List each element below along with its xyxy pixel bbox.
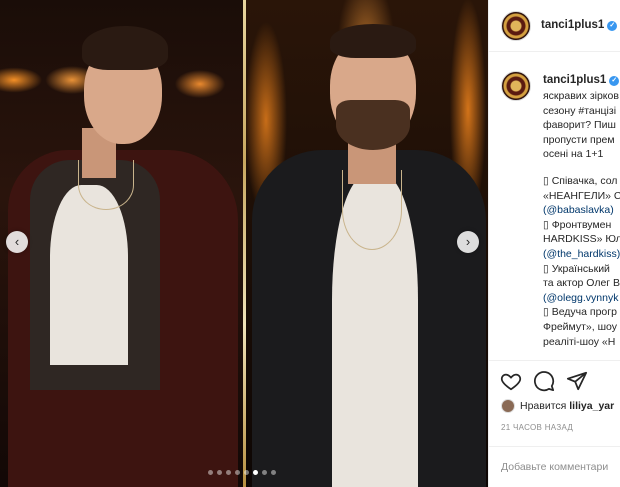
liked-by-user[interactable]: liliya_yar — [569, 400, 614, 412]
carousel-dot — [208, 470, 213, 475]
photo-right-man-leather-jacket — [246, 0, 488, 487]
comment-box[interactable]: Добавьте комментари — [489, 446, 620, 487]
white-tshirt — [50, 185, 128, 365]
caption-line: сезону #танцізі — [543, 104, 617, 117]
caption-line[interactable]: (@olegg.vynnyk — [543, 291, 620, 306]
caption-line[interactable]: (@the_hardkiss) — [543, 247, 620, 262]
caption-line: осені на 1+1 — [543, 148, 604, 161]
share-icon[interactable] — [566, 370, 588, 392]
caption-line: ▯ Фронтвумен — [543, 218, 612, 231]
caption-text: яскравих зірков сезону #танцізі фаворит? П… — [543, 89, 620, 349]
beard — [336, 100, 410, 150]
heart-icon[interactable] — [500, 370, 522, 392]
caption-line — [543, 162, 620, 174]
hair — [330, 24, 416, 58]
username-text[interactable]: tanci1plus1 — [541, 19, 604, 31]
caption-line: «НЕАНГЕЛИ» С — [543, 189, 620, 202]
caption-line: яскравих зірков — [543, 90, 619, 102]
carousel-dot — [262, 470, 267, 475]
post-sidebar: tanci1plus1 ✓ tanci1plus1 ✓ яскравих зірко… — [488, 0, 620, 487]
post-media[interactable]: ‹ › — [0, 0, 488, 487]
caption-line[interactable]: (@babaslavka) — [543, 203, 620, 218]
carousel-next-button[interactable]: › — [457, 231, 479, 253]
carousel-dot — [253, 470, 258, 475]
carousel-dot — [271, 470, 276, 475]
carousel-indicator — [208, 470, 276, 475]
username-text[interactable]: tanci1plus1 — [543, 74, 606, 86]
caption-username[interactable]: tanci1plus1 ✓ — [543, 74, 620, 86]
chevron-right-icon: › — [465, 234, 471, 249]
hair — [82, 26, 168, 70]
verified-badge-icon: ✓ — [607, 21, 618, 31]
comment-icon[interactable] — [533, 370, 555, 392]
liker-avatar — [501, 399, 515, 413]
carousel-dot — [235, 470, 240, 475]
header-username[interactable]: tanci1plus1 ✓ — [541, 19, 618, 31]
caption-line: Фреймут», шоу — [543, 320, 617, 333]
likes-summary[interactable]: Нравится liliya_yar — [501, 399, 614, 413]
caption-line: ▯ Ведуча прогр — [543, 306, 617, 319]
post-header: tanci1plus1 ✓ — [489, 0, 620, 52]
caption-line: ▯ Український — [543, 262, 610, 275]
caption-line: пропусти прем — [543, 133, 615, 146]
liked-by-prefix: Нравится — [520, 400, 567, 412]
carousel-dot — [226, 470, 231, 475]
carousel-dot — [217, 470, 222, 475]
carousel-prev-button[interactable]: ‹ — [6, 231, 28, 253]
action-bar — [489, 362, 620, 398]
comment-input[interactable]: Добавьте комментари — [501, 461, 608, 473]
chevron-left-icon: ‹ — [14, 234, 20, 249]
caption-line: фаворит? Пиш — [543, 119, 616, 132]
carousel-dot — [244, 470, 249, 475]
caption-avatar[interactable] — [501, 71, 531, 101]
caption-area: tanci1plus1 ✓ яскравих зірков сезону #танц… — [489, 56, 620, 361]
necklace — [342, 170, 402, 250]
caption-line: HARDKISS» Юл — [543, 233, 620, 246]
necklace — [78, 160, 134, 210]
post-timestamp[interactable]: 21 ЧАСОВ НАЗАД — [501, 423, 573, 432]
caption-line: ▯ Співачка, сол — [543, 174, 618, 187]
verified-badge-icon: ✓ — [609, 76, 620, 86]
caption-line: та актор Олег В — [543, 277, 620, 290]
photo-left-man-burgundy-jacket — [0, 0, 243, 487]
avatar[interactable] — [501, 11, 531, 41]
caption-line: реаліті-шоу «Н — [543, 335, 616, 348]
likes-text: Нравится liliya_yar — [520, 400, 614, 412]
